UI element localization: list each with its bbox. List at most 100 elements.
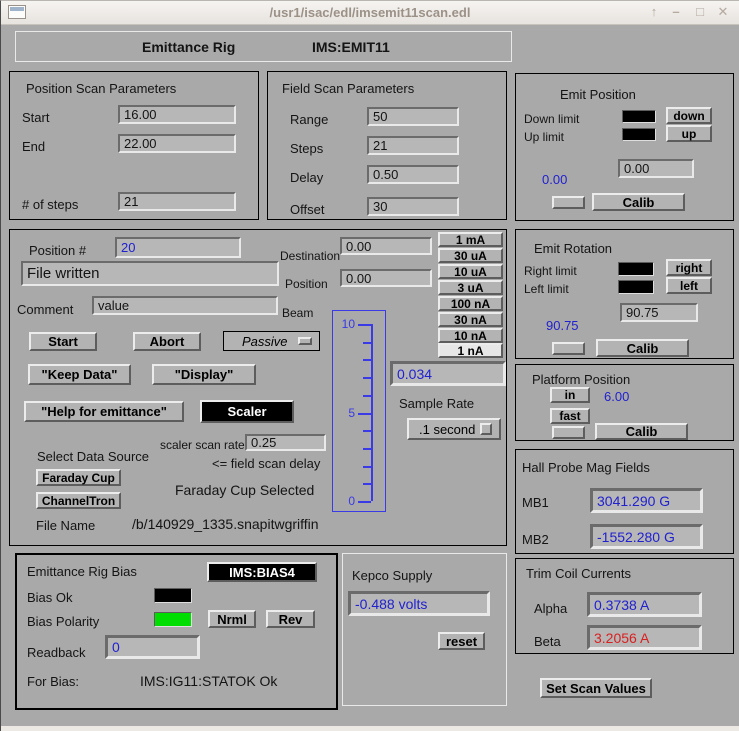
help-button[interactable]: "Help for emittance": [24, 401, 184, 422]
display-button[interactable]: "Display": [152, 364, 256, 385]
page-title: Emittance Rig: [142, 39, 235, 55]
up-button[interactable]: up: [666, 125, 712, 142]
beam-reading-monitor: 0.034: [390, 361, 506, 386]
left-limit-indicator: [618, 280, 654, 294]
scan-delay-note: <= field scan delay: [212, 456, 320, 471]
for-bias-label: For Bias:: [27, 674, 79, 689]
shade-icon[interactable]: ↑: [645, 4, 663, 19]
scan-mode-value: Passive: [242, 334, 288, 349]
delay-label: Delay: [290, 170, 323, 185]
minimize-icon[interactable]: –: [667, 4, 685, 19]
mb2-label: MB2: [522, 532, 549, 547]
destination-input[interactable]: 0.00: [340, 237, 432, 255]
num-steps-label: # of steps: [22, 197, 78, 212]
bias-polarity-indicator: [154, 612, 192, 627]
channeltron-button[interactable]: ChannelTron: [36, 492, 121, 509]
scaler-rate-label: scaler scan rate: [160, 438, 245, 452]
delay-input[interactable]: 0.50: [367, 165, 459, 184]
rotation-readback: 90.75: [546, 318, 579, 333]
offset-input[interactable]: 30: [367, 197, 459, 216]
option-menu-icon: [298, 337, 312, 345]
scan-mode-dropdown[interactable]: Passive: [223, 331, 320, 351]
nrml-button[interactable]: Nrml: [208, 610, 256, 628]
meter-tick: [363, 466, 371, 468]
menu-square-icon: [480, 423, 492, 435]
kepco-voltage-monitor: -0.488 volts: [348, 591, 490, 616]
steps-input[interactable]: 21: [367, 136, 459, 155]
destination-label: Destination: [280, 249, 340, 263]
file-name-label: File Name: [36, 518, 95, 533]
range-button-1mA[interactable]: 1 mA: [438, 232, 503, 247]
range-button-30uA[interactable]: 30 uA: [438, 248, 503, 263]
comment-input[interactable]: value: [92, 296, 278, 315]
calib-button[interactable]: Calib: [596, 339, 689, 357]
group-title: Emit Rotation: [534, 241, 612, 256]
calib-button[interactable]: Calib: [595, 423, 688, 440]
bias-device-button[interactable]: IMS:BIAS4: [207, 562, 317, 582]
motor-position-input[interactable]: 0.00: [340, 269, 432, 287]
start-button[interactable]: Start: [29, 332, 97, 351]
group-title: Kepco Supply: [352, 568, 432, 583]
meter-tick: [363, 377, 371, 379]
range-button-30nA[interactable]: 30 nA: [438, 312, 503, 327]
rev-button[interactable]: Rev: [266, 610, 315, 628]
calib-button[interactable]: Calib: [592, 193, 685, 211]
left-button[interactable]: left: [666, 277, 712, 294]
keep-data-button[interactable]: "Keep Data": [28, 364, 131, 385]
blank-button[interactable]: [552, 342, 585, 355]
bias-readback-monitor: 0: [105, 635, 200, 659]
scaler-rate-input[interactable]: 0.25: [245, 434, 326, 451]
range-input[interactable]: 50: [367, 107, 459, 126]
meter-tick: [363, 395, 371, 397]
bias-ok-indicator: [154, 588, 192, 603]
start-input[interactable]: 16.00: [118, 105, 236, 124]
meter-tick: [358, 501, 371, 503]
fast-button[interactable]: fast: [550, 408, 590, 424]
status-message-monitor: File written: [21, 261, 279, 286]
up-limit-indicator: [622, 128, 656, 141]
in-button[interactable]: in: [550, 387, 590, 403]
meter-mid-label: 5: [335, 406, 355, 420]
range-button-10nA[interactable]: 10 nA: [438, 328, 503, 343]
num-steps-input[interactable]: 21: [118, 192, 236, 211]
beam-label: Beam: [282, 306, 313, 320]
range-button-1nA-selected[interactable]: 1 nA: [438, 343, 503, 358]
range-button-100nA[interactable]: 100 nA: [438, 296, 503, 311]
hall-probe-group: Hall Probe Mag Fields MB1 3041.290 G MB2…: [515, 449, 734, 554]
scaler-button[interactable]: Scaler: [200, 400, 294, 423]
down-button[interactable]: down: [666, 107, 712, 124]
range-button-10uA[interactable]: 10 uA: [438, 264, 503, 279]
left-limit-label: Left limit: [524, 282, 569, 296]
motor-position-label: Position: [285, 277, 328, 291]
meter-max-label: 10: [335, 317, 355, 331]
alpha-monitor: 0.3738 A: [587, 592, 702, 617]
close-icon[interactable]: ✕: [714, 4, 732, 20]
beta-monitor: 3.2056 A: [587, 625, 702, 650]
position-number-label: Position #: [29, 243, 86, 258]
blank-button[interactable]: [552, 426, 585, 439]
rotation-setpoint-input[interactable]: 90.75: [620, 303, 698, 322]
reset-button[interactable]: reset: [438, 632, 485, 650]
trim-coil-group: Trim Coil Currents Alpha 0.3738 A Beta 3…: [515, 558, 734, 654]
data-source-label: Select Data Source: [37, 449, 149, 464]
group-title: Field Scan Parameters: [282, 81, 414, 96]
range-button-3uA[interactable]: 3 uA: [438, 280, 503, 295]
right-button[interactable]: right: [666, 259, 712, 276]
end-input[interactable]: 22.00: [118, 134, 236, 153]
right-limit-label: Right limit: [524, 264, 577, 278]
maximize-icon[interactable]: □: [691, 4, 709, 19]
faraday-cup-button[interactable]: Faraday Cup: [36, 469, 121, 486]
position-setpoint-input[interactable]: 0.00: [618, 159, 694, 178]
blank-button[interactable]: [552, 196, 585, 209]
offset-label: Offset: [290, 202, 324, 217]
group-title: Hall Probe Mag Fields: [522, 460, 650, 475]
header-box: Emittance Rig IMS:EMIT11: [15, 31, 512, 62]
data-source-status: Faraday Cup Selected: [175, 482, 314, 498]
meter-tick: [363, 448, 371, 450]
group-title: Position Scan Parameters: [26, 81, 176, 96]
bias-ok-label: Bias Ok: [27, 590, 73, 605]
abort-button[interactable]: Abort: [133, 332, 201, 351]
sample-rate-dropdown[interactable]: .1 second: [407, 418, 501, 440]
set-scan-values-button[interactable]: Set Scan Values: [540, 678, 652, 698]
device-name: IMS:EMIT11: [312, 39, 390, 55]
